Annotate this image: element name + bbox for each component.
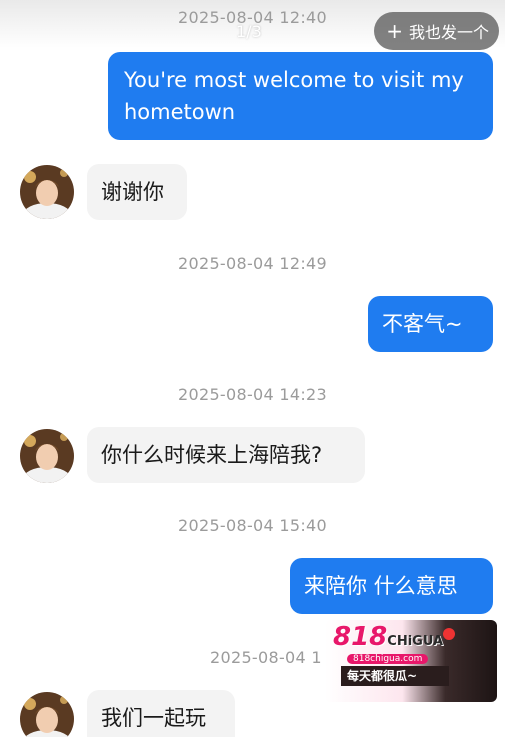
received-message-bubble[interactable]: 谢谢你	[87, 164, 187, 220]
received-message-bubble[interactable]: 你什么时候来上海陪我?	[87, 427, 365, 483]
plus-icon: +	[386, 19, 403, 43]
sent-message-bubble[interactable]: 来陪你 什么意思	[290, 558, 493, 614]
ad-slogan: 每天都很瓜~	[341, 666, 449, 686]
watermelon-icon	[443, 628, 455, 640]
sent-message-bubble[interactable]: 不客气~	[368, 296, 493, 352]
avatar[interactable]	[20, 165, 74, 219]
ad-domain: 818chigua.com	[347, 654, 429, 664]
avatar[interactable]	[20, 429, 74, 483]
avatar-image	[20, 429, 74, 483]
timestamp: 2025-08-04 14:23	[178, 385, 327, 404]
timestamp: 2025-08-04 1	[210, 648, 322, 667]
timestamp: 2025-08-04 12:49	[178, 254, 327, 273]
post-button[interactable]: + 我也发一个	[374, 12, 499, 50]
avatar[interactable]	[20, 692, 74, 737]
received-message-bubble[interactable]: 我们一起玩	[87, 690, 235, 737]
avatar-image	[20, 692, 74, 737]
post-button-label: 我也发一个	[408, 23, 489, 42]
ad-logo: 818CHiGUA	[333, 622, 444, 652]
sent-message-bubble[interactable]: You're most welcome to visit my hometown	[108, 52, 493, 140]
page-indicator: 1/3	[236, 22, 262, 41]
timestamp: 2025-08-04 15:40	[178, 516, 327, 535]
advertisement-banner[interactable]: 818CHiGUA 818chigua.com 每天都很瓜~	[325, 620, 497, 702]
avatar-image	[20, 165, 74, 219]
